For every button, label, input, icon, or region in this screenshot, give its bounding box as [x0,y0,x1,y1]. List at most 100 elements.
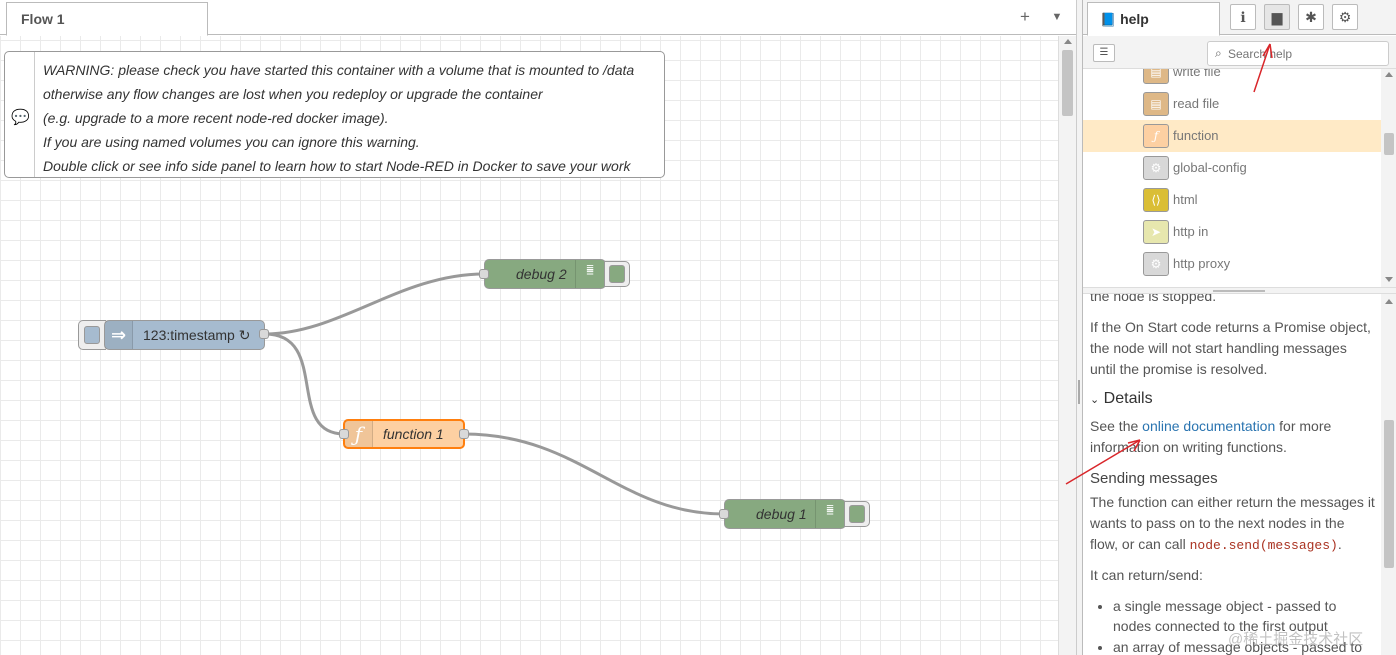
debug-1-node[interactable]: debug 1 ≡ ≡ [724,499,846,529]
comment-line: Double click or see info side panel to l… [43,158,631,174]
scroll-down-arrow[interactable] [1385,277,1393,282]
inject-node[interactable]: ⇒ 123:timestamp ↻ [104,320,265,350]
help-text-cut: the node is stopped. [1090,294,1217,304]
comment-text: WARNING: please check you have started t… [43,58,634,178]
sending-text: The function can either return the messa… [1090,492,1376,556]
details-heading[interactable]: ⌄ Details [1090,388,1376,411]
search-box[interactable]: ⌕ [1207,41,1389,66]
help-promise-text: If the On Start code returns a Promise o… [1090,319,1371,377]
wire-inject-function[interactable] [264,332,345,436]
scrollbar-thumb[interactable] [1062,50,1073,116]
list-item-label: http in [1173,224,1209,239]
sidebar-tabs: 📘 help ℹ ▆ ✱ ⚙ [1083,0,1396,36]
list-item-http-in[interactable]: ➤ http in [1083,216,1381,248]
comment-icon: 💬 [11,109,30,126]
list-item-function[interactable]: ƒ function [1083,120,1381,152]
function-1-label: function 1 [383,426,444,442]
comment-icon-area: 💬 [5,52,35,177]
help-node-list: ▤ write file ▤ read file ƒ function ⚙ gl… [1083,69,1381,287]
sending-heading: Sending messages [1090,470,1218,487]
scroll-up-arrow[interactable] [1385,299,1393,304]
return-text: It can return/send: [1090,567,1203,583]
function-icon: ƒ [345,421,373,447]
wire-inject-debug2[interactable] [264,272,485,336]
wire-function-debug1[interactable] [463,432,725,516]
list-item-label: write file [1173,69,1221,79]
debug-1-input-port[interactable] [719,509,729,519]
gear-icon[interactable]: ⚙ [1332,4,1358,30]
tab-help[interactable]: 📘 help [1087,2,1220,36]
plus-icon[interactable]: + [1014,6,1036,28]
debug-2-label: debug 2 [516,266,567,282]
function-1-node[interactable]: ƒ function 1 [343,419,465,449]
watermark: @稀土掘金技术社区 [1228,631,1364,648]
workspace-scrollbar[interactable] [1058,36,1076,655]
function-1-output-port[interactable] [459,429,469,439]
function-icon: ƒ [1143,124,1169,148]
comment-line: If you are using named volumes you can i… [43,134,420,150]
search-icon: ⌕ [1215,46,1222,60]
debug-2-toggle[interactable] [604,261,630,287]
workspace-tabbar: Flow 1 + ▼ [0,0,1076,36]
function-1-input-port[interactable] [339,429,349,439]
list-item-label: global-config [1173,160,1247,175]
cog-icon: ⚙ [1143,156,1169,180]
inject-label: 123:timestamp ↻ [143,327,251,343]
list-item-global-config[interactable]: ⚙ global-config [1083,152,1381,184]
comment-line: WARNING: please check you have started t… [43,62,635,78]
info-icon[interactable]: ℹ [1230,4,1256,30]
details-prefix: See the [1090,418,1139,434]
comment-node[interactable]: 💬 WARNING: please check you have started… [4,51,665,178]
debug-1-label: debug 1 [756,506,807,522]
scroll-up-arrow[interactable] [1385,72,1393,77]
tab-flow-1[interactable]: Flow 1 [6,2,208,36]
sidebar: 📘 help ℹ ▆ ✱ ⚙ ☰ ⌕ ▤ write file ▤ read f… [1082,0,1396,655]
list-item-read-file[interactable]: ▤ read file [1083,88,1381,120]
list-item-http-proxy[interactable]: ⚙ http proxy [1083,248,1381,280]
list-item-label: function [1173,128,1219,143]
debug-list-icon: ≡ ≡ [586,260,594,279]
help-content: the node is stopped. If the On Start cod… [1083,294,1381,655]
chevron-down-icon: ⌄ [1090,394,1100,406]
help-list-scrollbar[interactable] [1381,69,1396,287]
list-icon[interactable]: ☰ [1093,44,1115,62]
comment-line: otherwise any flow changes are lost when… [43,86,543,102]
list-item-write-file[interactable]: ▤ write file [1083,69,1381,88]
scrollbar-thumb[interactable] [1384,133,1394,155]
help-splitter[interactable] [1083,287,1396,294]
book-icon: 📘 [1100,12,1117,27]
inject-button[interactable] [78,320,106,350]
node-separator [815,500,816,528]
help-toolbar: ☰ ⌕ [1083,36,1396,69]
splitter-grip[interactable] [1213,290,1265,292]
debug-1-toggle-inner[interactable] [849,505,865,523]
debug-2-toggle-inner[interactable] [609,265,625,283]
book-icon[interactable]: ▆ [1264,4,1290,30]
inject-output-port[interactable] [259,329,269,339]
bug-icon[interactable]: ✱ [1298,4,1324,30]
search-input[interactable] [1228,45,1383,62]
online-documentation-link[interactable]: online documentation [1142,418,1275,434]
file-icon: ▤ [1143,92,1169,116]
debug-1-toggle[interactable] [844,501,870,527]
debug-list-icon: ≡ ≡ [826,500,834,519]
workspace: Flow 1 + ▼ 💬 WARNING: please check you h… [0,0,1076,655]
sending-code: node.send(messages) [1189,538,1338,553]
scrollbar-thumb[interactable] [1384,420,1394,568]
debug-2-input-port[interactable] [479,269,489,279]
separator-grip[interactable] [1078,380,1080,404]
list-item-html[interactable]: ⟨⟩ html [1083,184,1381,216]
comment-line: (e.g. upgrade to a more recent node-red … [43,110,389,126]
list-item-label: read file [1173,96,1220,111]
scroll-up-arrow[interactable] [1064,39,1072,44]
debug-2-node[interactable]: debug 2 ≡ ≡ [484,259,606,289]
chevron-down-icon[interactable]: ▼ [1046,6,1068,28]
list-item-label: http proxy [1173,256,1231,271]
node-separator [575,260,576,288]
globe-icon: ➤ [1143,220,1169,244]
code-icon: ⟨⟩ [1143,188,1169,212]
details-heading-label: Details [1103,390,1153,407]
flow-canvas[interactable]: 💬 WARNING: please check you have started… [0,36,1058,655]
help-content-scrollbar[interactable] [1381,294,1396,655]
inject-trigger[interactable] [84,326,100,344]
